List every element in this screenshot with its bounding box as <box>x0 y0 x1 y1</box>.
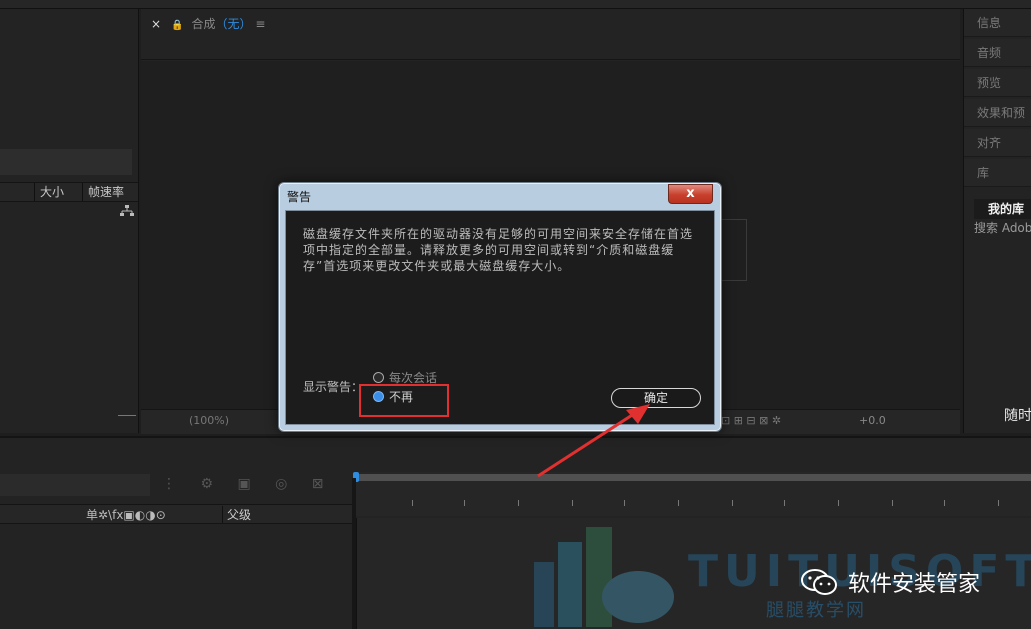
radio-each-session[interactable] <box>373 372 384 383</box>
warning-message: 磁盘缓存文件夹所在的驱动器没有足够的可用空间来安全存储在首选项中指定的全部量。请… <box>303 227 694 273</box>
library-search-input[interactable]: 搜索 Adobe <box>974 218 1031 238</box>
top-menu-strip <box>0 0 1031 9</box>
watermark-logo <box>534 527 674 627</box>
ruler-tick <box>892 500 893 506</box>
warning-dialog: 警告 x 磁盘缓存文件夹所在的驱动器没有足够的可用空间来安全存储在首选项中指定的… <box>278 182 722 432</box>
project-search-field[interactable] <box>0 149 132 175</box>
dialog-body: 磁盘缓存文件夹所在的驱动器没有足够的可用空间来安全存储在首选项中指定的全部量。请… <box>285 210 715 425</box>
panel-menu-icon[interactable]: ≡ <box>255 17 265 31</box>
dialog-title: 警告 <box>287 190 312 204</box>
ruler-tick <box>572 500 573 506</box>
timeline-switch-icons[interactable]: ⋮ ⚙ ▣ ◎ ⊠ <box>162 476 334 492</box>
watermark-chinese: 腿腿教学网 <box>766 600 866 621</box>
exposure-value[interactable]: +0.0 <box>859 414 886 427</box>
comp-name: （无） <box>215 17 252 31</box>
annotation-highlight-box <box>359 384 449 417</box>
panel-effects[interactable]: 效果和预 <box>964 99 1031 127</box>
work-area-bar[interactable] <box>356 474 1031 481</box>
tab-composition[interactable]: × 🔒 合成（无） ≡ <box>151 15 265 32</box>
timeline-panel: ⋮ ⚙ ▣ ◎ ⊠ 单✲\fx▣◐◑⊙ 父级 <box>0 436 1031 629</box>
comp-tab-bar: × 🔒 合成（无） ≡ <box>141 9 960 60</box>
time-ruler[interactable] <box>353 472 1031 516</box>
project-panel: 大小 帧速率 <box>0 9 139 433</box>
ruler-tick <box>784 500 785 506</box>
panel-audio[interactable]: 音频 <box>964 39 1031 67</box>
layer-switch-symbols[interactable]: 单✲\fx▣◐◑⊙ <box>86 506 166 523</box>
library-selector[interactable]: 我的库 <box>974 199 1031 219</box>
zoom-dropdown[interactable]: (100%) <box>189 414 229 427</box>
column-size[interactable]: 大小 <box>34 183 64 201</box>
panel-align[interactable]: 对齐 <box>964 129 1031 157</box>
layer-column-header: 单✲\fx▣◐◑⊙ 父级 <box>0 504 352 524</box>
flowchart-icon[interactable] <box>120 205 134 220</box>
wechat-icon <box>801 569 837 595</box>
tab-label: 合成 <box>191 17 216 31</box>
show-warning-label: 显示警告： <box>303 380 364 394</box>
viewer-tool-icons[interactable]: ⊡ ⊞ ⊟ ⊠ ✲ <box>721 414 781 427</box>
ruler-tick <box>678 500 679 506</box>
timeline-search-field[interactable] <box>0 474 150 496</box>
wechat-badge: 软件安装管家 <box>800 564 1010 598</box>
annotation-arrow-icon <box>537 404 650 478</box>
panel-preview[interactable]: 预览 <box>964 69 1031 97</box>
right-panels: 信息 音频 预览 效果和预 对齐 库 我的库 搜索 Adobe 随时 <box>963 9 1031 433</box>
ruler-tick <box>838 500 839 506</box>
ruler-tick <box>624 500 625 506</box>
ruler-tick <box>732 500 733 506</box>
ruler-tick <box>998 500 999 506</box>
wechat-account-name: 软件安装管家 <box>848 572 981 597</box>
close-button[interactable]: x <box>668 184 713 204</box>
panel-divider <box>118 415 136 416</box>
ruler-tick <box>518 500 519 506</box>
ruler-tick <box>944 500 945 506</box>
lock-icon[interactable]: 🔒 <box>171 20 183 31</box>
project-column-header: 大小 帧速率 <box>0 182 138 202</box>
column-frame-rate[interactable]: 帧速率 <box>82 183 124 201</box>
ruler-tick <box>412 500 413 506</box>
panel-library[interactable]: 库 <box>964 159 1031 187</box>
random-label: 随时 <box>1004 408 1031 424</box>
ruler-tick <box>464 500 465 506</box>
panel-info[interactable]: 信息 <box>964 9 1031 37</box>
column-parent[interactable]: 父级 <box>222 506 251 523</box>
close-icon[interactable]: × <box>151 17 161 31</box>
